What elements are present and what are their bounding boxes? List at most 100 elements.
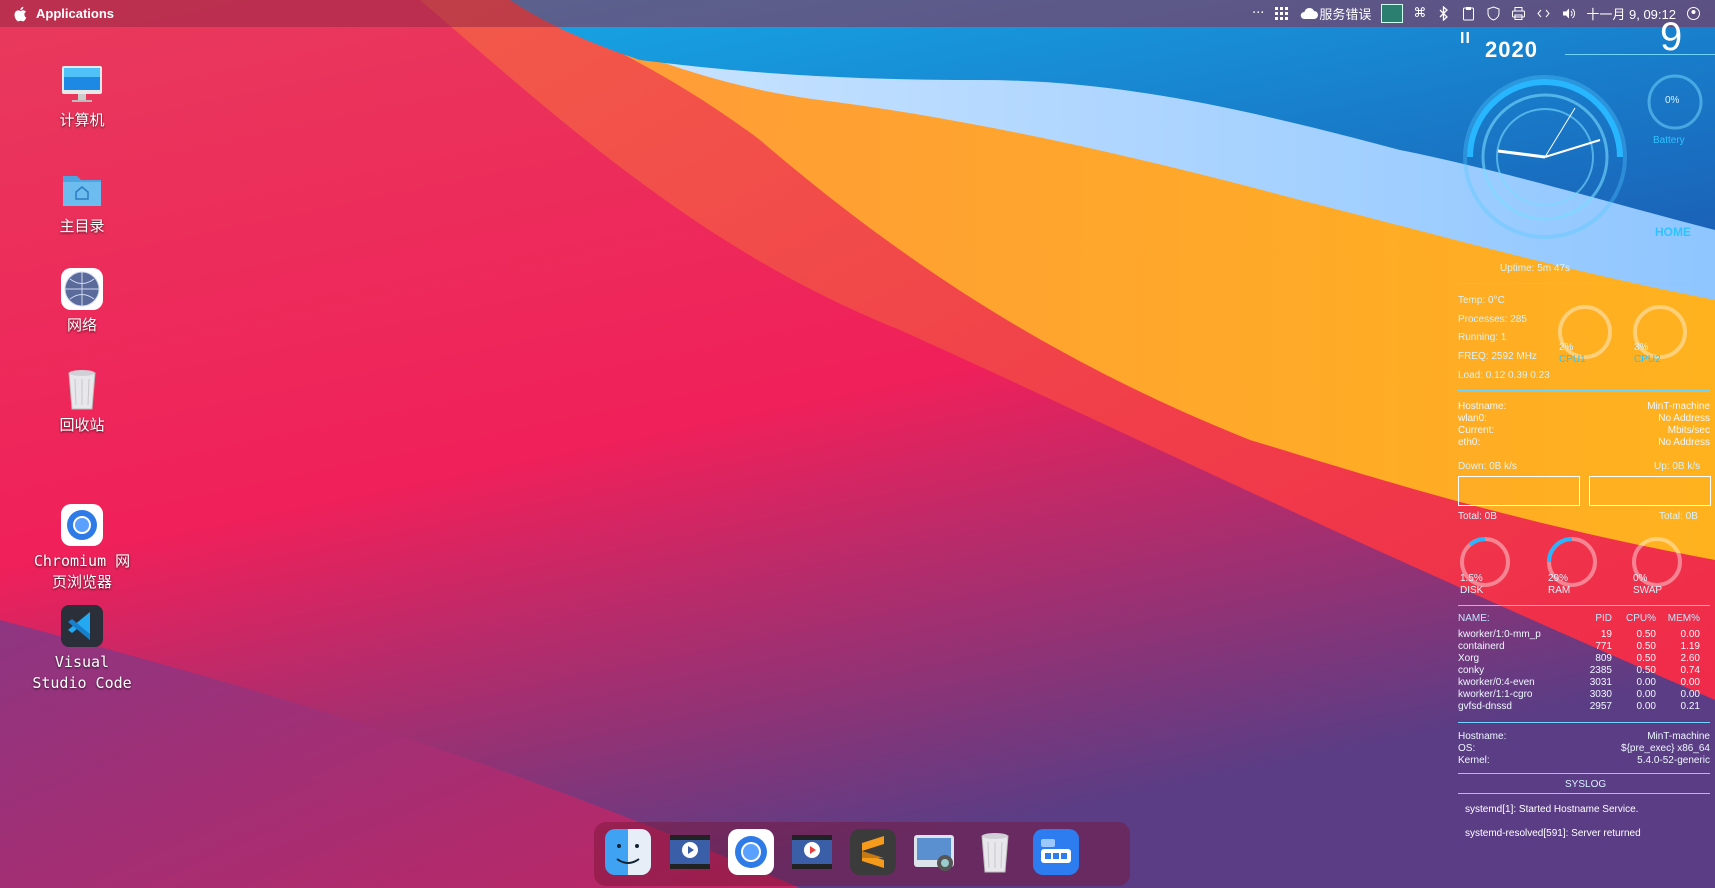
desktop-icon-network[interactable]: 网络 xyxy=(27,267,137,336)
screenshot-icon[interactable] xyxy=(911,829,957,875)
cpu1-label: CPU1 xyxy=(1559,354,1586,365)
service-status-label: 服务错误 xyxy=(1319,8,1372,23)
sys-row: Hostname: MinT-machine xyxy=(1458,731,1710,742)
upload-graph xyxy=(1589,476,1711,506)
cpu1-gauge xyxy=(1558,305,1612,359)
sublime-text-icon[interactable] xyxy=(850,829,896,875)
applications-menu[interactable]: Applications xyxy=(36,6,114,21)
desktop-icon-label: 主目录 xyxy=(59,217,105,235)
home-folder-icon xyxy=(60,168,104,212)
total-up: Total: 0B xyxy=(1659,511,1698,522)
uptime: Uptime: 5m 47s xyxy=(1500,263,1571,274)
network-icon xyxy=(60,267,104,311)
computer-icon xyxy=(60,62,104,106)
service-status[interactable]: 服务错误 xyxy=(1299,4,1371,23)
battery-percent: 0% xyxy=(1665,95,1680,106)
process-row: kworker/0:4-even 3031 0.00 0.00 xyxy=(1458,677,1700,688)
desktop-icon-computer[interactable]: 计算机 xyxy=(27,62,137,131)
sys-row: OS: ${pre_exec} x86_64 xyxy=(1458,743,1710,754)
printer-icon[interactable] xyxy=(1511,6,1526,21)
divider xyxy=(1458,605,1710,606)
swap-label: SWAP xyxy=(1633,585,1663,596)
conky-day: 9 xyxy=(1660,15,1683,59)
shield-icon[interactable] xyxy=(1486,6,1501,21)
cpu2-gauge xyxy=(1633,305,1687,359)
analog-clock xyxy=(1463,75,1627,239)
divider xyxy=(1458,773,1710,774)
process-count: Processes: 285 xyxy=(1458,314,1527,325)
syslog-title: SYSLOG xyxy=(1565,779,1607,790)
finder-icon[interactable] xyxy=(605,829,651,875)
process-row: containerd 771 0.50 1.19 xyxy=(1458,641,1700,652)
grid-icon[interactable] xyxy=(1274,6,1289,21)
divider xyxy=(1458,283,1710,284)
desktop-icon-home[interactable]: 主目录 xyxy=(27,168,137,237)
divider xyxy=(1458,793,1710,794)
cpu2-percent: 3% xyxy=(1634,342,1649,353)
desktop-icon-label: 网络 xyxy=(66,316,97,334)
process-table-header: NAME: PID CPU% MEM% xyxy=(1458,613,1700,624)
total-down: Total: 0B xyxy=(1458,511,1497,522)
disk-label: DISK xyxy=(1460,585,1484,596)
trash-icon xyxy=(60,367,104,411)
command-icon[interactable]: ⌘ xyxy=(1413,6,1426,21)
net-row: eth0: No Address xyxy=(1458,437,1710,448)
desktop-icon-trash[interactable]: 回收站 xyxy=(27,367,137,436)
running-count: Running: 1 xyxy=(1458,332,1507,343)
divider xyxy=(1458,722,1710,723)
process-row: kworker/1:0-mm_p 19 0.50 0.00 xyxy=(1458,629,1700,640)
sys-row: Kernel: 5.4.0-52-generic xyxy=(1458,755,1710,766)
top-menubar: Applications ··· 服务错误 ⌘ 十一月 9, 09:12 xyxy=(0,0,1715,27)
app-launcher-icon[interactable] xyxy=(1033,829,1079,875)
cloud-icon xyxy=(1301,7,1319,19)
volume-icon[interactable] xyxy=(1561,6,1576,21)
net-down: Down: 0B k/s xyxy=(1458,461,1517,472)
process-row: conky 2385 0.50 0.74 xyxy=(1458,665,1700,676)
video-player-icon[interactable] xyxy=(789,829,835,875)
net-row: wlan0: No Address xyxy=(1458,413,1710,424)
more-icon[interactable]: ··· xyxy=(1252,6,1264,21)
net-row: Current: Mbits/sec xyxy=(1458,425,1710,436)
pause-glyph: II xyxy=(1460,30,1471,47)
cpu2-label: CPU2 xyxy=(1634,354,1661,365)
clipboard-icon[interactable] xyxy=(1461,6,1476,21)
download-graph xyxy=(1458,476,1580,506)
load-average: Load: 0.12 0.39 0.23 xyxy=(1458,370,1550,381)
dock xyxy=(594,822,1130,886)
trash-icon[interactable] xyxy=(972,829,1018,875)
cpu-temp: Temp: 0°C xyxy=(1458,295,1505,306)
desktop-icon-vscode[interactable]: Visual Studio Code xyxy=(27,568,137,712)
process-row: gvfsd-dnssd 2957 0.00 0.21 xyxy=(1458,701,1700,712)
ram-percent: 29% xyxy=(1548,573,1569,584)
divider xyxy=(1565,54,1715,55)
apple-icon[interactable] xyxy=(12,5,30,23)
bluetooth-icon[interactable] xyxy=(1436,6,1451,21)
conky-widget: II 2020 9 0% Battery HOME Uptime: 5m 47s… xyxy=(1455,15,1715,888)
system-tray: ··· 服务错误 ⌘ 十一月 9, 09:12 xyxy=(1252,0,1701,27)
cpu1-percent: 2% xyxy=(1559,342,1574,353)
home-label: HOME xyxy=(1655,225,1691,239)
vscode-icon xyxy=(60,586,104,647)
net-up: Up: 0B k/s xyxy=(1654,461,1701,472)
ram-label: RAM xyxy=(1548,585,1571,596)
process-row: kworker/1:1-cgro 3030 0.00 0.00 xyxy=(1458,689,1700,700)
cpu-frequency: FREQ: 2592 MHz xyxy=(1458,351,1537,362)
disk-percent: 1.5% xyxy=(1460,573,1483,584)
divider xyxy=(1458,390,1710,391)
desktop-icon-label: 计算机 xyxy=(59,111,105,129)
desktop-icon-label: Visual Studio Code xyxy=(32,653,132,692)
syslog-line: systemd[1]: Started Hostname Service. xyxy=(1465,804,1639,815)
desktop-icon-label: 回收站 xyxy=(59,416,105,434)
user-icon[interactable] xyxy=(1686,6,1701,21)
network-arrows-icon[interactable] xyxy=(1536,6,1551,21)
system-monitor-icon[interactable] xyxy=(1381,4,1404,23)
conky-year: 2020 xyxy=(1485,37,1538,62)
battery-label: Battery xyxy=(1653,135,1685,146)
video-editor-icon[interactable] xyxy=(667,829,713,875)
swap-percent: 0% xyxy=(1633,573,1648,584)
net-row: Hostname: MinT-machine xyxy=(1458,401,1710,412)
chromium-icon[interactable] xyxy=(728,829,774,875)
syslog-line: systemd-resolved[591]: Server returned xyxy=(1465,828,1641,839)
chromium-icon xyxy=(60,485,104,546)
process-row: Xorg 809 0.50 2.60 xyxy=(1458,653,1700,664)
